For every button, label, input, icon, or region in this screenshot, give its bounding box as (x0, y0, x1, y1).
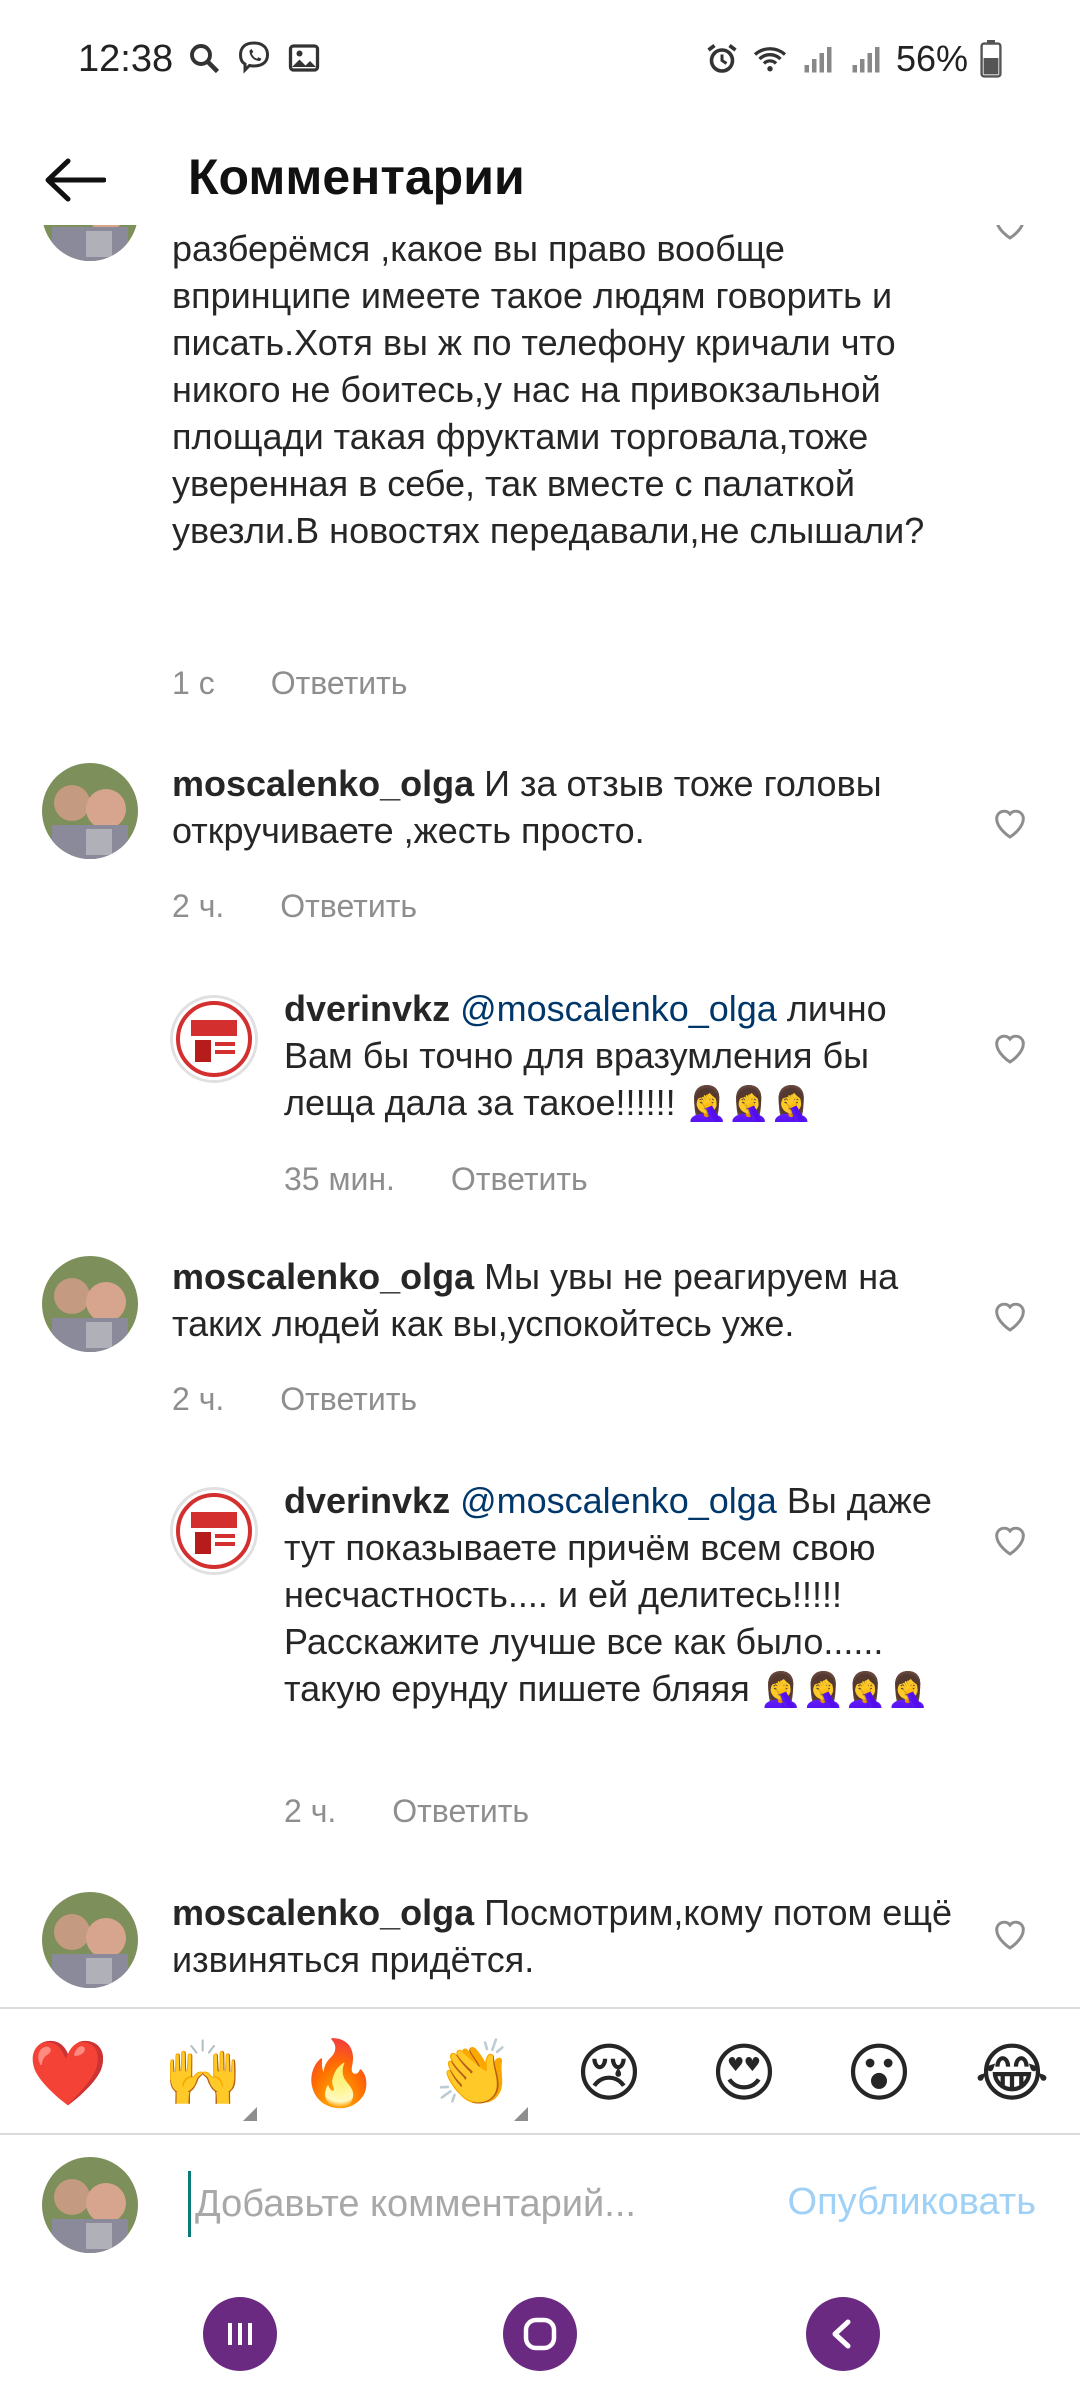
comment-meta: 1 с Ответить (172, 665, 407, 702)
emoji-surprised-face[interactable]: 😮 (837, 2031, 921, 2115)
avatar[interactable] (170, 995, 258, 1083)
heart-icon[interactable] (990, 1913, 1030, 1953)
comment-time: 1 с (172, 665, 215, 701)
recents-icon (228, 2323, 252, 2345)
battery-percent: 56% (895, 38, 968, 79)
comment-body: dverinvkz @moscalenko_olga Вы даже тут п… (284, 1477, 964, 1714)
system-nav-bar (0, 2275, 1080, 2400)
comment-body: moscalenko_olga Посмотрим,кому потом ещё… (172, 1889, 962, 1983)
comment-username[interactable]: dverinvkz (284, 988, 450, 1029)
comment-input[interactable] (188, 2171, 748, 2237)
comment-username[interactable]: moscalenko_olga (172, 1892, 474, 1933)
heart-icon[interactable] (990, 1519, 1030, 1559)
comment-time: 2 ч. (172, 888, 225, 924)
status-notification-icons (186, 40, 322, 76)
emoji-clapping-hands-glyph: 👏 (434, 2037, 514, 2109)
emoji-tears-of-joy[interactable]: 😂 (970, 2031, 1054, 2115)
heart-icon[interactable] (990, 225, 1030, 243)
emoji-quick-bar: ❤️ 🙌 🔥 👏 😢 😍 😮 😂 (0, 2007, 1080, 2135)
reply-button[interactable]: Ответить (280, 1381, 417, 1418)
reply-button[interactable]: Ответить (271, 665, 408, 702)
header: Комментарии (0, 125, 1080, 235)
avatar[interactable] (42, 1256, 138, 1352)
emoji-fire[interactable]: 🔥 (297, 2031, 381, 2115)
back-button[interactable] (40, 145, 110, 215)
heart-icon[interactable] (990, 1027, 1030, 1067)
back-nav-button[interactable] (806, 2297, 880, 2371)
avatar (42, 2157, 138, 2253)
alarm-icon (707, 44, 737, 73)
battery-icon (980, 40, 1002, 78)
chevron-left-icon (832, 2319, 851, 2349)
comment-time: 35 мин. (284, 1161, 395, 1197)
emoji-heart[interactable]: ❤️ (26, 2031, 110, 2115)
comment-meta: 2 ч. Ответить (172, 1381, 417, 1418)
emoji-crying-face[interactable]: 😢 (567, 2031, 651, 2115)
comment-text: разберёмся ,какое вы право вообще впринц… (172, 228, 925, 551)
arrow-left-icon (45, 158, 106, 202)
recents-button[interactable] (203, 2297, 277, 2371)
comment-composer: Опубликовать (0, 2135, 1080, 2275)
publish-button[interactable]: Опубликовать (788, 2181, 1036, 2224)
skin-tone-indicator (514, 2107, 528, 2121)
viber-icon (238, 41, 270, 74)
reply-button[interactable]: Ответить (451, 1161, 588, 1198)
heart-icon[interactable] (990, 802, 1030, 842)
avatar[interactable] (42, 1892, 138, 1988)
signal-icon-2 (852, 47, 880, 73)
wifi-icon (753, 47, 787, 72)
signal-icon (804, 47, 832, 73)
avatar[interactable] (170, 1487, 258, 1575)
skin-tone-indicator (243, 2107, 257, 2121)
emoji-raised-hands-glyph: 🙌 (163, 2037, 243, 2109)
avatar[interactable] (42, 763, 138, 859)
comment-emoji: 🤦‍♀️🤦‍♀️🤦‍♀️ (685, 1085, 813, 1123)
comment-body: dverinvkz @moscalenko_olga лично Вам бы … (284, 985, 964, 1128)
comment-username[interactable]: moscalenko_olga (172, 763, 474, 804)
emoji-clapping-hands[interactable]: 👏 (432, 2031, 528, 2121)
comment-meta: 2 ч. Ответить (172, 888, 417, 925)
emoji-heart-eyes[interactable]: 😍 (702, 2031, 786, 2115)
home-icon (523, 2317, 557, 2351)
gallery-icon (288, 44, 320, 72)
avatar[interactable] (42, 225, 138, 261)
status-time: 12:38 (78, 38, 174, 80)
comment-mention[interactable]: @moscalenko_olga (460, 1480, 777, 1521)
comment-meta: 2 ч. Ответить (284, 1793, 529, 1830)
comments-list[interactable]: разберёмся ,какое вы право вообще впринц… (0, 225, 1080, 2007)
comment-time: 2 ч. (172, 1381, 225, 1417)
comment-body: moscalenko_olga И за отзыв тоже головы о… (172, 760, 962, 854)
page-title: Комментарии (188, 149, 525, 205)
comment-username[interactable]: moscalenko_olga (172, 1256, 474, 1297)
status-bar: 12:38 56% (0, 0, 1080, 125)
reply-button[interactable]: Ответить (280, 888, 417, 925)
search-icon (190, 44, 220, 74)
comment-meta: 35 мин. Ответить (284, 1161, 588, 1198)
status-system-icons: 56% (704, 38, 1002, 80)
emoji-raised-hands[interactable]: 🙌 (161, 2031, 257, 2121)
comment-body: moscalenko_olga Мы увы не реагируем на т… (172, 1253, 962, 1347)
reply-button[interactable]: Ответить (392, 1793, 529, 1830)
comment-username[interactable]: dverinvkz (284, 1480, 450, 1521)
comment-mention[interactable]: @moscalenko_olga (460, 988, 777, 1029)
home-button[interactable] (503, 2297, 577, 2371)
comment-emoji: 🤦‍♀️🤦‍♀️🤦‍♀️🤦‍♀️ (759, 1671, 930, 1709)
comment-time: 2 ч. (284, 1793, 337, 1829)
heart-icon[interactable] (990, 1295, 1030, 1335)
